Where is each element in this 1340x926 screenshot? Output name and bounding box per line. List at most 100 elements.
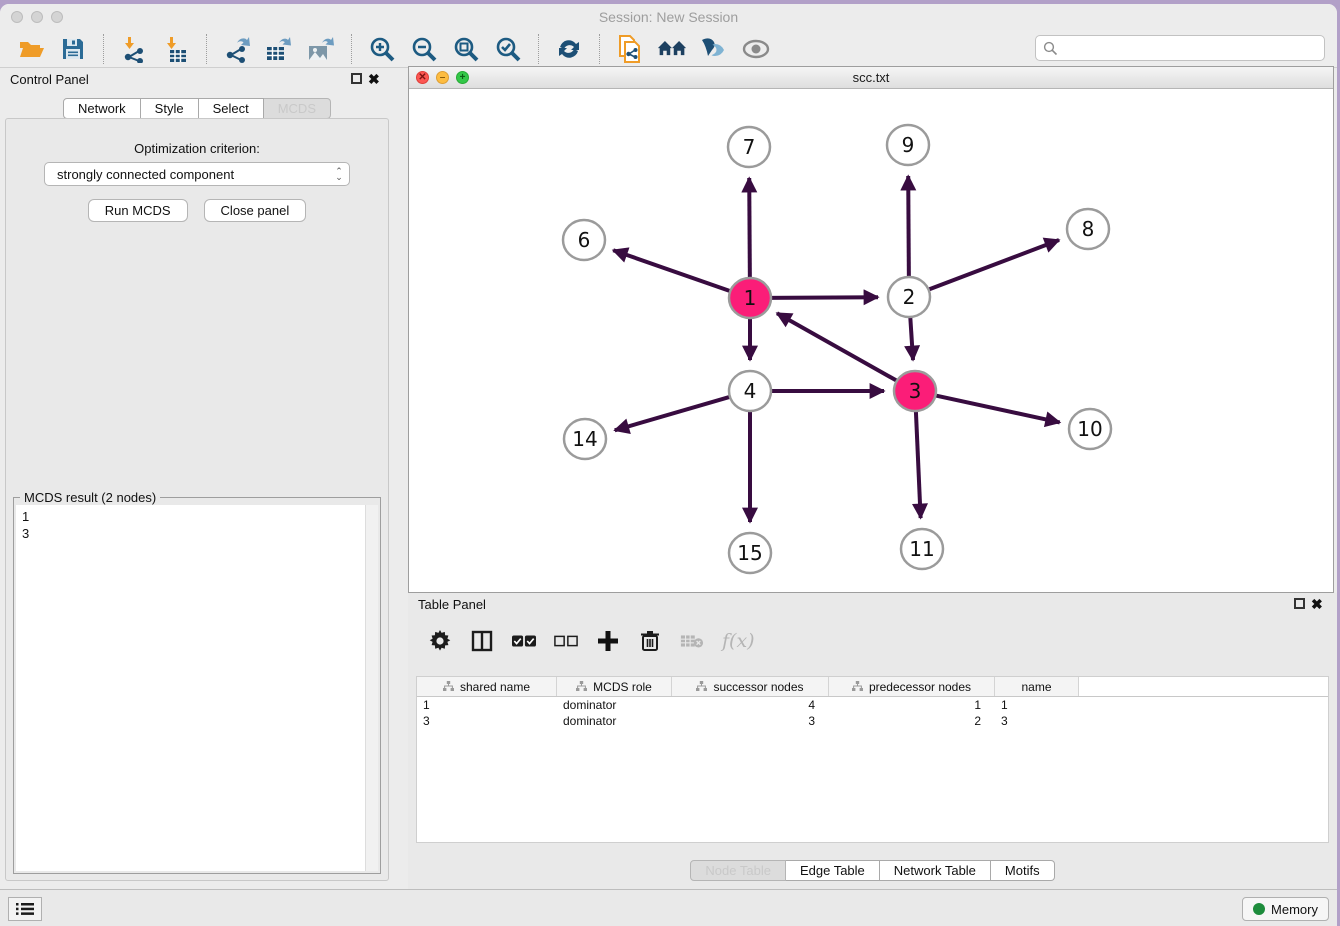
graph-node-label-1: 1: [744, 286, 757, 310]
table-row[interactable]: 1dominator411: [417, 697, 1328, 713]
column-header-shared-name[interactable]: shared name: [417, 677, 557, 696]
table-cell[interactable]: 3: [995, 713, 1079, 729]
zoom-selected-icon[interactable]: [493, 34, 523, 64]
graph-node-label-15: 15: [737, 541, 762, 565]
table-tab-node-table[interactable]: Node Table: [690, 860, 786, 881]
import-table-from-file-icon[interactable]: [161, 34, 191, 64]
table-cell[interactable]: 3: [672, 713, 829, 729]
select-all-checks-icon[interactable]: [512, 629, 536, 653]
close-panel-button[interactable]: Close panel: [204, 199, 307, 222]
table-tab-motifs[interactable]: Motifs: [991, 860, 1055, 881]
function-builder-icon: f(x): [722, 630, 755, 652]
close-table-panel-icon[interactable]: ✖: [1311, 598, 1325, 612]
mcds-result-line: 3: [22, 525, 378, 542]
table-cell[interactable]: dominator: [557, 713, 672, 729]
export-image-icon[interactable]: [306, 34, 336, 64]
edge-1-7[interactable]: [749, 178, 750, 279]
edge-3-1[interactable]: [777, 313, 898, 381]
zoom-in-icon[interactable]: [367, 34, 397, 64]
edge-3-11[interactable]: [916, 410, 921, 518]
table-tab-network-table[interactable]: Network Table: [880, 860, 991, 881]
apply-layout-icon[interactable]: [554, 34, 584, 64]
add-column-icon[interactable]: [596, 629, 620, 653]
zoom-fit-icon[interactable]: [451, 34, 481, 64]
criterion-dropdown[interactable]: strongly connected component ⌃⌄: [44, 162, 350, 186]
status-bar: Memory: [0, 889, 1337, 926]
toolbar-separator: [599, 34, 600, 64]
control-panel-title: Control Panel: [10, 72, 89, 87]
table-panel: Table Panel ✖: [408, 593, 1337, 889]
table-row[interactable]: 3dominator323: [417, 713, 1328, 729]
table-cell[interactable]: 1: [829, 697, 995, 713]
network-graph: 7968124314101511: [409, 89, 1333, 592]
tab-network[interactable]: Network: [63, 98, 141, 119]
table-tab-edge-table[interactable]: Edge Table: [786, 860, 880, 881]
clear-all-checks-icon[interactable]: [554, 629, 578, 653]
delete-table-icon: [680, 629, 704, 653]
graph-node-label-14: 14: [572, 427, 597, 451]
tab-mcds[interactable]: MCDS: [264, 98, 331, 119]
show-columns-icon[interactable]: [470, 629, 494, 653]
save-session-icon[interactable]: [58, 34, 88, 64]
node-table-header: shared name MCDS role successor nodes prede…: [417, 677, 1328, 697]
table-cell[interactable]: 4: [672, 697, 829, 713]
edge-2-8[interactable]: [927, 240, 1059, 290]
mcds-result-line: 1: [22, 508, 378, 525]
column-header-predecessor-nodes[interactable]: predecessor nodes: [829, 677, 995, 696]
tab-select[interactable]: Select: [199, 98, 264, 119]
toolbar-separator: [538, 34, 539, 64]
column-header-label: shared name: [460, 680, 530, 694]
hide-selected-icon[interactable]: [699, 34, 729, 64]
network-canvas[interactable]: 7968124314101511: [409, 89, 1333, 592]
unhide-all-icon[interactable]: [741, 34, 771, 64]
export-network-icon[interactable]: [222, 34, 252, 64]
column-header-label: successor nodes: [713, 680, 803, 694]
column-header-name[interactable]: name: [995, 677, 1079, 696]
close-panel-icon[interactable]: ✖: [368, 73, 382, 87]
export-table-icon[interactable]: [264, 34, 294, 64]
delete-column-icon[interactable]: [638, 629, 662, 653]
first-neighbors-icon[interactable]: [657, 34, 687, 64]
zoom-out-icon[interactable]: [409, 34, 439, 64]
table-settings-icon[interactable]: [428, 629, 452, 653]
column-sort-icon: [696, 681, 707, 692]
import-network-from-file-icon[interactable]: [119, 34, 149, 64]
table-cell[interactable]: 1: [995, 697, 1079, 713]
edge-2-3[interactable]: [910, 316, 913, 360]
column-header-mcds-role[interactable]: MCDS role: [557, 677, 672, 696]
mcds-result-area[interactable]: 13: [16, 505, 378, 871]
table-cell[interactable]: 3: [417, 713, 557, 729]
column-header-successor-nodes[interactable]: successor nodes: [672, 677, 829, 696]
result-scrollbar[interactable]: [365, 505, 378, 871]
tab-style[interactable]: Style: [141, 98, 199, 119]
mcds-panel: Optimization criterion: strongly connect…: [5, 118, 389, 881]
table-cell[interactable]: 1: [417, 697, 557, 713]
memory-button[interactable]: Memory: [1242, 897, 1329, 921]
table-panel-tabs: Node TableEdge TableNetwork TableMotifs: [408, 860, 1337, 881]
table-cell[interactable]: dominator: [557, 697, 672, 713]
edge-2-9[interactable]: [908, 176, 909, 278]
new-network-from-selection-icon[interactable]: [615, 34, 645, 64]
toolbar-separator: [351, 34, 352, 64]
task-history-button[interactable]: [8, 897, 42, 921]
criterion-value: strongly connected component: [45, 167, 329, 182]
graph-node-label-2: 2: [903, 285, 916, 309]
float-panel-icon[interactable]: [351, 73, 362, 84]
edge-3-10[interactable]: [934, 395, 1060, 422]
graph-node-label-9: 9: [902, 133, 915, 157]
main-toolbar: [0, 30, 1337, 68]
search-input[interactable]: [1063, 38, 1324, 58]
search-box[interactable]: [1035, 35, 1325, 61]
graph-node-label-6: 6: [578, 228, 591, 252]
table-cell[interactable]: 2: [829, 713, 995, 729]
edge-1-2[interactable]: [769, 297, 878, 298]
node-table-body: 1dominator4113dominator323: [417, 697, 1328, 729]
run-mcds-button[interactable]: Run MCDS: [88, 199, 188, 222]
node-table[interactable]: shared name MCDS role successor nodes prede…: [416, 676, 1329, 843]
float-table-panel-icon[interactable]: [1294, 598, 1305, 609]
open-file-icon[interactable]: [16, 34, 46, 64]
column-header-label: predecessor nodes: [869, 680, 971, 694]
edge-1-6[interactable]: [613, 250, 732, 292]
network-window: ✕ – + scc.txt 7968124314101511: [408, 66, 1334, 593]
edge-4-14[interactable]: [615, 396, 732, 430]
